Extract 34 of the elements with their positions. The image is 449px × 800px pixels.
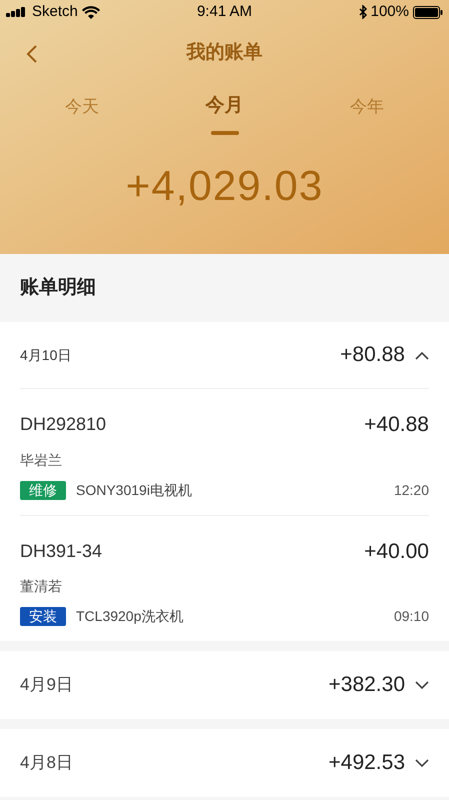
order-time: 12:20 — [394, 480, 429, 500]
period-tab[interactable]: 今天 — [65, 82, 99, 120]
carrier-name: Sketch — [32, 2, 78, 22]
total-amount: +4,029.03 — [126, 161, 324, 211]
service-tag: 维修 — [20, 480, 66, 500]
date-label: 4月10日 — [20, 346, 72, 364]
period-tab[interactable]: 今月 — [206, 82, 244, 120]
wifi-icon — [82, 6, 100, 18]
order-amount: +40.88 — [364, 412, 429, 438]
battery-percentage: 100% — [370, 2, 409, 22]
section-title: 账单明细 — [20, 276, 96, 300]
battery-icon — [412, 6, 443, 18]
order-number: DH292810 — [20, 413, 106, 436]
bluetooth-icon — [358, 5, 367, 19]
chevron-up-icon[interactable] — [415, 350, 429, 360]
device-name: TCL3920p洗衣机 — [76, 607, 184, 626]
customer-name: 毕岩兰 — [20, 450, 63, 470]
date-label: 4月9日 — [20, 674, 73, 696]
device-name: SONY3019i电视机 — [76, 480, 192, 500]
order-amount: +40.00 — [364, 538, 429, 564]
day-total: +382.30 — [328, 672, 405, 698]
day-total: +492.53 — [328, 750, 405, 776]
date-label: 4月8日 — [20, 752, 73, 774]
clock-time: 9:41 AM — [196, 2, 252, 22]
service-tag: 安装 — [20, 607, 66, 626]
order-number: DH391-34 — [20, 540, 102, 563]
day-total: +80.88 — [340, 342, 405, 368]
signal-icon — [6, 7, 28, 17]
customer-name: 董清若 — [20, 577, 63, 596]
period-tab[interactable]: 今年 — [350, 82, 384, 120]
order-time: 09:10 — [394, 607, 429, 626]
chevron-down-icon[interactable] — [415, 758, 429, 768]
chevron-down-icon[interactable] — [415, 680, 429, 690]
page-title: 我的账单 — [186, 40, 262, 65]
